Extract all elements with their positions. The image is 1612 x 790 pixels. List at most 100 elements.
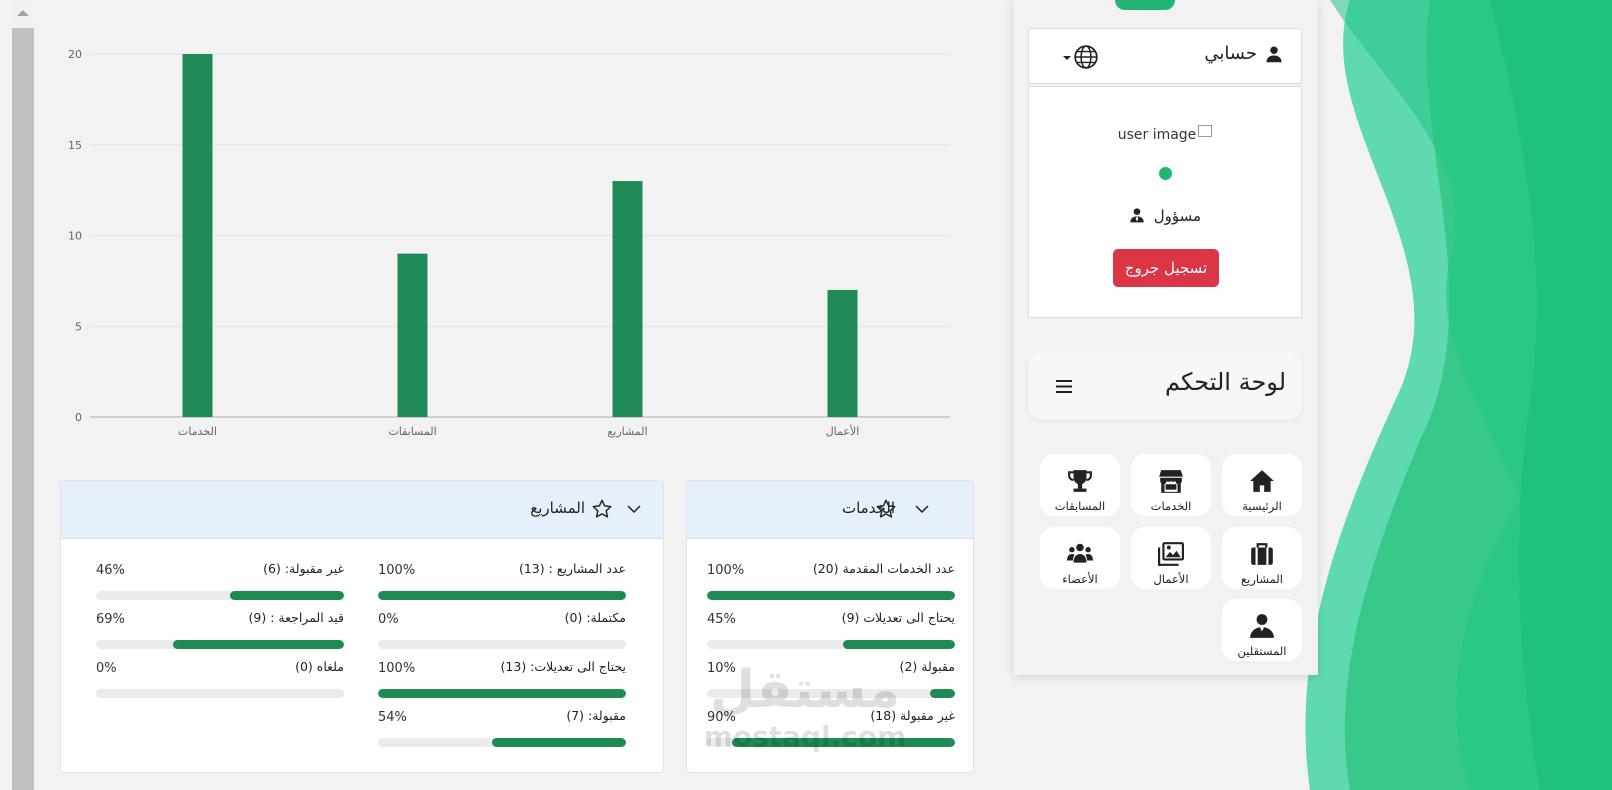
services-card: الخدمات عدد الخدمات المقدمة (20) 100% يح…	[686, 480, 974, 773]
star-icon[interactable]	[875, 498, 897, 520]
trophy-icon	[1068, 470, 1092, 492]
stat-percent: 100%	[378, 661, 416, 676]
progress-fill	[843, 640, 955, 649]
progress-bar	[707, 738, 955, 747]
briefcase-icon	[1251, 543, 1273, 565]
decorative-green-waves	[1290, 0, 1612, 790]
images-icon	[1158, 542, 1184, 566]
bar[interactable]	[182, 54, 213, 417]
progress-bar	[707, 640, 955, 649]
nav-tile-label: المسابقات	[1054, 499, 1106, 513]
progress-bar	[96, 689, 344, 698]
scroll-up-arrow[interactable]	[17, 10, 29, 16]
y-tick-label: 0	[75, 411, 82, 424]
star-icon[interactable]	[591, 498, 613, 520]
chevron-down-icon[interactable]	[913, 500, 931, 518]
progress-fill	[229, 591, 344, 600]
x-tick-label: المسابقات	[388, 425, 436, 438]
projects-card-header[interactable]: المشاريع	[61, 481, 663, 539]
stat-percent: 100%	[707, 563, 745, 578]
progress-fill	[707, 591, 955, 600]
scroll-thumb[interactable]	[12, 28, 34, 790]
stat-services-needs-edit: يحتاج الى تعديلات (9) 45%	[707, 610, 955, 654]
projects-card: المشاريع عدد المشاريع : (13) 100% مكتملة…	[60, 480, 664, 773]
admin-user-icon	[1130, 208, 1144, 223]
store-icon	[1159, 470, 1183, 493]
account-menu[interactable]: حسابي	[1204, 43, 1257, 64]
user-image-alt: user image	[1117, 127, 1197, 143]
page-scrollbar[interactable]	[12, 0, 34, 790]
progress-bar	[378, 591, 626, 600]
home-icon	[1250, 470, 1274, 492]
nav-tile-label: المستقلين	[1237, 644, 1287, 658]
nav-tile-projects[interactable]: المشاريع	[1222, 527, 1302, 589]
y-tick-label: 20	[68, 48, 82, 61]
online-status-dot	[1159, 167, 1172, 180]
nav-tile-works[interactable]: الأعمال	[1131, 527, 1211, 589]
site-logo[interactable]	[1115, 0, 1175, 10]
services-card-header[interactable]: الخدمات	[687, 481, 973, 539]
stat-percent: 54%	[378, 710, 407, 725]
progress-bar	[378, 738, 626, 747]
user-image: user image	[1029, 125, 1301, 143]
y-tick-label: 5	[75, 320, 82, 333]
y-tick-label: 15	[68, 139, 82, 152]
stat-percent: 0%	[96, 661, 117, 676]
x-tick-label: المشاريع	[607, 425, 647, 438]
dashboard-header: لوحة التحكم	[1028, 352, 1302, 420]
stat-label: مكتملة: (0)	[564, 610, 626, 625]
progress-bar	[707, 689, 955, 698]
stat-services-total: عدد الخدمات المقدمة (20) 100%	[707, 561, 955, 605]
progress-fill	[172, 640, 344, 649]
progress-fill	[731, 738, 955, 747]
broken-image-icon	[1198, 125, 1213, 137]
user-role-label: مسؤول	[1153, 207, 1202, 225]
nav-tile-home[interactable]: الرئيسية	[1222, 454, 1302, 516]
stat-percent: 100%	[378, 563, 416, 578]
account-bar: حسابي	[1028, 28, 1302, 84]
stat-label: ملغاه (0)	[295, 659, 344, 674]
user-icon	[1266, 46, 1282, 63]
stat-projects-needs-edit: يحتاج الى تعديلات: (13) 100%	[378, 659, 626, 703]
stat-label: عدد المشاريع : (13)	[518, 561, 626, 576]
nav-tile-label: الأعمال	[1153, 572, 1189, 586]
progress-fill	[492, 738, 626, 747]
nav-tile-competitions[interactable]: المسابقات	[1040, 454, 1120, 516]
nav-tile-label: المشاريع	[1241, 572, 1283, 586]
stat-projects-cancelled: ملغاه (0) 0%	[96, 659, 344, 703]
users-icon	[1067, 543, 1093, 563]
progress-bar	[96, 591, 344, 600]
x-tick-label: الخدمات	[178, 425, 217, 438]
stat-projects-under-review: قيد المراجعة : (9) 69%	[96, 610, 344, 654]
freelancer-icon	[1250, 614, 1274, 638]
progress-bar	[96, 640, 344, 649]
stat-label: مقبولة: (7)	[566, 708, 626, 723]
stat-label: غير مقبولة: (6)	[263, 561, 344, 576]
progress-fill	[378, 591, 626, 600]
stat-label: يحتاج الى تعديلات: (13)	[500, 659, 626, 674]
bar[interactable]	[612, 181, 643, 417]
bar[interactable]	[827, 289, 858, 417]
x-tick-label: الأعمال	[826, 424, 860, 438]
chevron-down-icon[interactable]	[625, 500, 643, 518]
nav-tile-label: الأعضاء	[1062, 572, 1098, 586]
nav-tile-services[interactable]: الخدمات	[1131, 454, 1211, 516]
bar-chart: 0 5 10 15 20 الخدمات المسابقات المشاريع الأعمال	[68, 48, 950, 438]
stat-label: مقبولة (2)	[899, 659, 955, 674]
globe-icon[interactable]	[1073, 44, 1099, 70]
stat-percent: 90%	[707, 710, 736, 725]
stat-services-accepted: مقبولة (2) 10%	[707, 659, 955, 703]
nav-tile-label: الرئيسية	[1242, 499, 1282, 513]
stat-label: عدد الخدمات المقدمة (20)	[812, 561, 955, 576]
nav-tile-freelancers[interactable]: المستقلين	[1222, 599, 1302, 661]
hamburger-menu-icon[interactable]	[1056, 380, 1072, 393]
stat-label: يحتاج الى تعديلات (9)	[841, 610, 955, 625]
bar[interactable]	[397, 253, 428, 417]
stat-projects-accepted: مقبولة: (7) 54%	[378, 708, 626, 752]
stat-projects-rejected: غير مقبولة: (6) 46%	[96, 561, 344, 605]
progress-bar	[378, 689, 626, 698]
stat-label: قيد المراجعة : (9)	[248, 610, 345, 625]
chevron-down-icon[interactable]	[1063, 56, 1071, 60]
nav-tile-members[interactable]: الأعضاء	[1040, 527, 1120, 589]
logout-button[interactable]: تسجيل جروج	[1113, 249, 1219, 287]
